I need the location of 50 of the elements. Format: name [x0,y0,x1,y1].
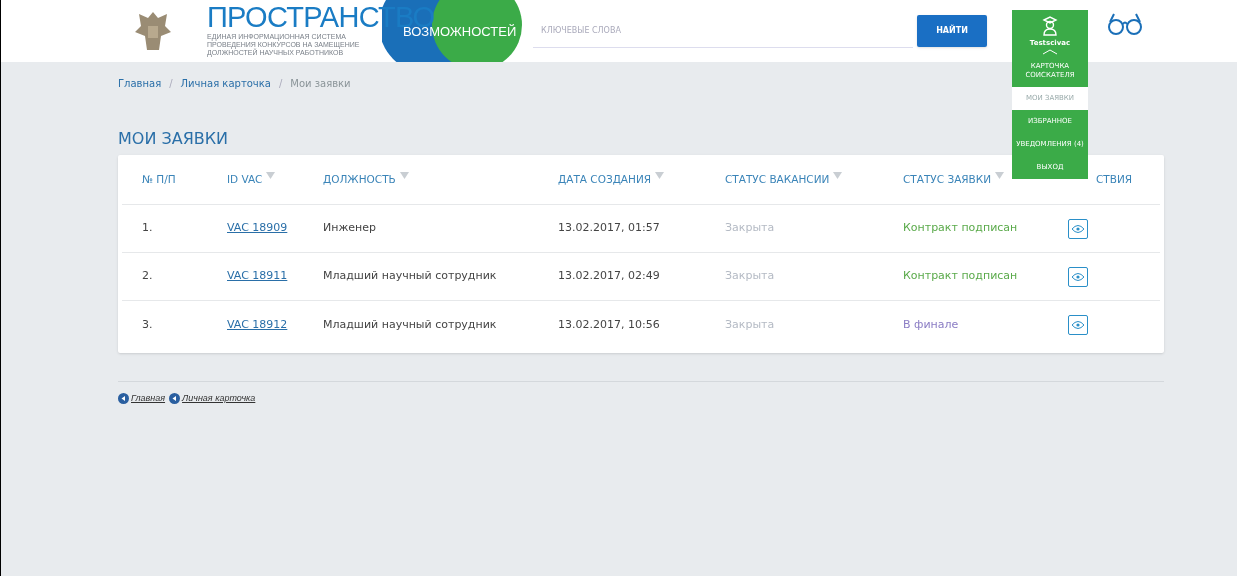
view-button[interactable] [1068,315,1088,335]
table-cell: Младший научный сотрудник [323,269,497,283]
column-header[interactable]: ДАТА СОЗДАНИЯ [558,171,665,188]
breadcrumb-link[interactable]: Личная карточка [180,76,271,91]
back-icon[interactable] [118,393,129,405]
status-text: Контракт подписан [903,221,1018,235]
chevron-icon[interactable] [1042,48,1058,55]
table-cell: Инженер [323,221,377,235]
sort-icon[interactable] [266,172,276,179]
view-button[interactable] [1068,218,1088,239]
breadcrumb-separator: / [278,77,283,91]
back-icon[interactable] [169,393,181,405]
column-header[interactable]: ID VAC [227,171,276,188]
sort-icon[interactable] [833,172,843,179]
search-button[interactable]: НАЙТИ [917,15,987,47]
column-header[interactable]: СТАТУС ЗАЯВКИ [903,171,1005,188]
breadcrumb-link[interactable]: Главная [118,76,162,91]
glasses-icon[interactable] [1107,12,1143,36]
column-header: СТВИЯ [1096,171,1133,187]
table-cell: 13.02.2017, 02:49 [558,269,660,283]
table-cell: Закрыта [725,221,775,235]
table-cell: 1. [142,221,153,235]
eye-icon [1072,321,1084,329]
eye-icon [1072,272,1084,281]
view-button[interactable] [1068,266,1088,287]
vacancy-link[interactable]: VAC 18911 [227,269,288,283]
column-header: № П/П [142,171,176,187]
status-text: В финале [903,317,959,331]
table-cell: 2. [142,269,153,283]
status-text: Контракт подписан [903,269,1018,283]
page-title: МОИ ЗАЯВКИ [118,131,229,147]
user-icon[interactable] [1042,16,1058,36]
sort-icon[interactable] [995,172,1005,179]
table-cell: Младший научный сотрудник [323,317,497,331]
breadcrumb-separator: / [169,77,173,91]
table-cell: 3. [142,317,153,331]
table-cell: 13.02.2017, 10:56 [558,317,660,331]
table-cell: Закрыта [725,317,775,331]
eye-icon [1072,224,1084,233]
column-header[interactable]: СТАТУС ВАКАНСИИ [725,171,843,188]
sort-icon[interactable] [655,172,665,179]
footer-link[interactable]: Личная карточка [182,392,256,406]
vacancy-link[interactable]: VAC 18912 [227,317,288,331]
table-cell: Закрыта [725,269,775,283]
column-header[interactable]: ДОЛЖНОСТЬ [323,171,409,188]
table-cell: 13.02.2017, 01:57 [558,221,660,235]
search-field[interactable]: КЛЮЧЕВЫЕ СЛОВА [533,14,913,48]
footer-link[interactable]: Главная [131,392,166,406]
vacancy-link[interactable]: VAC 18909 [227,221,288,235]
sort-icon[interactable] [399,172,409,179]
